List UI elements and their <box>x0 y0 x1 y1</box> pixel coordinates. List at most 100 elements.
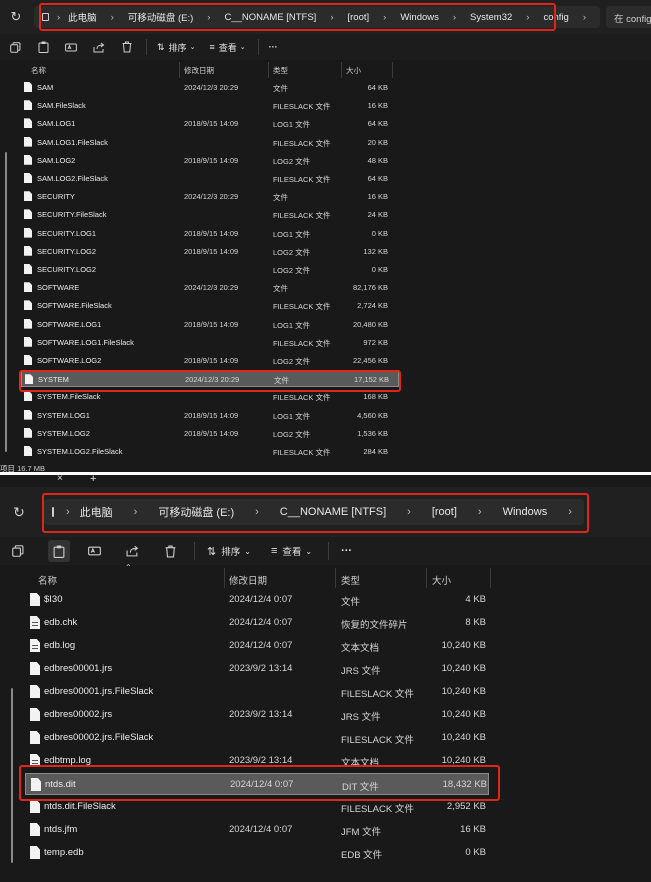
delete-icon[interactable] <box>120 40 134 54</box>
copy-icon[interactable] <box>8 40 22 54</box>
view-button[interactable]: ≡ 查看 ⌄ <box>209 41 245 54</box>
copy-icon[interactable] <box>10 543 26 559</box>
column-name[interactable]: 名称 <box>38 573 57 587</box>
breadcrumb-item[interactable]: Windows <box>400 12 439 23</box>
file-row[interactable]: $I30 2024/12/4 0:07 文件 4 KB <box>0 589 651 611</box>
rename-icon[interactable] <box>86 543 102 559</box>
chevron-right-icon[interactable]: › <box>453 12 456 23</box>
file-row[interactable]: SOFTWARE 2024/12/3 20:29 文件 82,176 KB <box>0 279 651 296</box>
breadcrumb-item[interactable]: 可移动磁盘 (E:) <box>158 504 234 520</box>
column-divider[interactable] <box>490 568 491 588</box>
file-row[interactable]: SOFTWARE.LOG2 2018/9/15 14:09 LOG2 文件 22,45… <box>0 352 651 369</box>
breadcrumb-item[interactable]: 此电脑 <box>68 10 97 24</box>
chevron-right-icon[interactable]: › <box>383 12 386 23</box>
column-divider[interactable] <box>392 62 393 78</box>
file-row[interactable]: edbres00002.jrs 2023/9/2 13:14 JRS 文件 10,24… <box>0 704 651 726</box>
file-row[interactable]: edbres00002.jrs.FileSlack FILESLACK 文件 10,… <box>0 727 651 749</box>
file-row[interactable]: SAM.FileSlack FILESLACK 文件 16 KB <box>0 97 651 114</box>
breadcrumb-item[interactable]: config <box>543 12 568 23</box>
breadcrumb-item[interactable]: System32 <box>470 12 512 23</box>
more-options-button[interactable]: ··· <box>269 42 278 52</box>
view-button[interactable]: ≡ 查看 ⌄ <box>271 544 312 558</box>
more-options-button[interactable]: ··· <box>341 545 352 557</box>
paste-icon[interactable] <box>36 40 50 54</box>
file-row[interactable]: SOFTWARE.FileSlack FILESLACK 文件 2,724 KB <box>0 297 651 314</box>
file-row[interactable]: SYSTEM.LOG1 2018/9/15 14:09 LOG1 文件 4,560 K… <box>0 407 651 424</box>
file-row[interactable]: ntds.dit.FileSlack FILESLACK 文件 2,952 KB <box>0 796 651 818</box>
column-divider[interactable] <box>179 62 180 78</box>
file-row[interactable]: SYSTEM.LOG2 2018/9/15 14:09 LOG2 文件 1,536 K… <box>0 425 651 442</box>
breadcrumb-item[interactable]: [root] <box>432 506 457 518</box>
share-icon[interactable] <box>92 40 106 54</box>
column-divider[interactable] <box>335 568 336 588</box>
column-divider[interactable] <box>341 62 342 78</box>
chevron-right-icon[interactable]: › <box>330 12 333 23</box>
sort-button[interactable]: ⇅ 排序 ⌄ <box>157 41 195 54</box>
file-row[interactable]: SECURITY.LOG2 LOG2 文件 0 KB <box>0 261 651 278</box>
breadcrumb-item[interactable]: 此电脑 <box>80 504 113 520</box>
this-pc-icon[interactable] <box>42 13 49 21</box>
column-divider[interactable] <box>268 62 269 78</box>
scrollbar-thumb[interactable] <box>5 152 7 452</box>
column-divider[interactable] <box>224 568 225 588</box>
file-row[interactable]: SOFTWARE.LOG1 2018/9/15 14:09 LOG1 文件 20,48… <box>0 316 651 333</box>
breadcrumb-item[interactable]: 可移动磁盘 (E:) <box>128 10 193 24</box>
breadcrumb-item[interactable]: C__NONAME [NTFS] <box>280 506 386 518</box>
file-row[interactable]: edbtmp.log 2023/9/2 13:14 文本文档 10,240 KB <box>0 750 651 772</box>
chevron-right-icon[interactable]: › <box>407 506 411 518</box>
file-row[interactable]: SECURITY 2024/12/3 20:29 文件 16 KB <box>0 188 651 205</box>
breadcrumb-item[interactable]: [root] <box>348 12 370 23</box>
chevron-right-icon[interactable]: › <box>111 12 114 23</box>
file-row[interactable]: temp.edb EDB 文件 0 KB <box>0 842 651 864</box>
address-bar[interactable]: › 此电脑 › 可移动磁盘 (E:) › C__NONAME [NTFS] › [root]… <box>34 6 600 28</box>
chevron-right-icon[interactable]: › <box>255 506 259 518</box>
file-row[interactable]: ntds.jfm 2024/12/4 0:07 JFM 文件 16 KB <box>0 819 651 841</box>
column-name[interactable]: 名称 <box>31 65 46 76</box>
breadcrumb-item[interactable]: Windows <box>503 506 548 518</box>
file-row[interactable]: SECURITY.FileSlack FILESLACK 文件 24 KB <box>0 206 651 223</box>
file-row[interactable]: SAM.LOG2 2018/9/15 14:09 LOG2 文件 48 KB <box>0 152 651 169</box>
file-row[interactable]: SECURITY.LOG1 2018/9/15 14:09 LOG1 文件 0 KB <box>0 225 651 242</box>
chevron-right-icon[interactable]: › <box>134 506 138 518</box>
file-row[interactable]: SAM.LOG2.FileSlack FILESLACK 文件 64 KB <box>0 170 651 187</box>
chevron-right-icon[interactable]: › <box>526 12 529 23</box>
new-tab-icon[interactable]: + <box>90 475 96 485</box>
file-row[interactable]: edb.chk 2024/12/4 0:07 恢复的文件碎片 8 KB <box>0 612 651 634</box>
file-row[interactable]: SYSTEM.LOG2.FileSlack FILESLACK 文件 284 KB <box>0 443 651 460</box>
refresh-icon[interactable]: ↻ <box>8 9 24 25</box>
file-row[interactable]: SOFTWARE.LOG1.FileSlack FILESLACK 文件 972 K… <box>0 334 651 351</box>
column-date[interactable]: 修改日期 <box>184 65 214 76</box>
tab-close-icon[interactable]: × <box>57 475 63 484</box>
column-date[interactable]: 修改日期 <box>229 573 267 587</box>
sort-button[interactable]: ⇅ 排序 ⌄ <box>207 544 251 559</box>
refresh-icon[interactable]: ↻ <box>10 503 28 521</box>
chevron-right-icon[interactable]: › <box>478 506 482 518</box>
scrollbar-thumb[interactable] <box>11 688 13 863</box>
paste-icon[interactable] <box>48 540 70 562</box>
column-size[interactable]: 大小 <box>432 573 451 587</box>
file-row[interactable]: SAM 2024/12/3 20:29 文件 64 KB <box>0 79 651 96</box>
breadcrumb-item[interactable]: C__NONAME [NTFS] <box>224 12 316 23</box>
file-row[interactable]: SYSTEM.FileSlack FILESLACK 文件 168 KB <box>0 388 651 405</box>
chevron-right-icon[interactable]: › <box>568 506 572 518</box>
share-icon[interactable] <box>124 543 140 559</box>
this-pc-icon[interactable] <box>52 507 54 517</box>
column-type[interactable]: 类型 <box>341 573 360 587</box>
delete-icon[interactable] <box>162 543 178 559</box>
file-row[interactable]: SECURITY.LOG2 2018/9/15 14:09 LOG2 文件 132 K… <box>0 243 651 260</box>
file-row[interactable]: SAM.LOG1 2018/9/15 14:09 LOG1 文件 64 KB <box>0 115 651 132</box>
file-row[interactable]: edbres00001.jrs 2023/9/2 13:14 JRS 文件 10,24… <box>0 658 651 680</box>
chevron-right-icon[interactable]: › <box>207 12 210 23</box>
column-size[interactable]: 大小 <box>346 65 361 76</box>
column-type[interactable]: 类型 <box>273 65 288 76</box>
chevron-right-icon[interactable]: › <box>583 12 586 23</box>
column-divider[interactable] <box>426 568 427 588</box>
file-row[interactable]: edbres00001.jrs.FileSlack FILESLACK 文件 10,… <box>0 681 651 703</box>
file-row[interactable]: SAM.LOG1.FileSlack FILESLACK 文件 20 KB <box>0 134 651 151</box>
search-input[interactable]: 在 config <box>606 6 651 28</box>
file-row[interactable]: SYSTEM 2024/12/3 20:29 文件 17,152 KB <box>21 370 399 388</box>
file-row[interactable]: ntds.dit 2024/12/4 0:07 DIT 文件 18,432 KB <box>25 773 489 795</box>
rename-icon[interactable] <box>64 40 78 54</box>
address-bar[interactable]: › 此电脑 › 可移动磁盘 (E:) › C__NONAME [NTFS] › [root]… <box>44 499 584 525</box>
file-row[interactable]: edb.log 2024/12/4 0:07 文本文档 10,240 KB <box>0 635 651 657</box>
